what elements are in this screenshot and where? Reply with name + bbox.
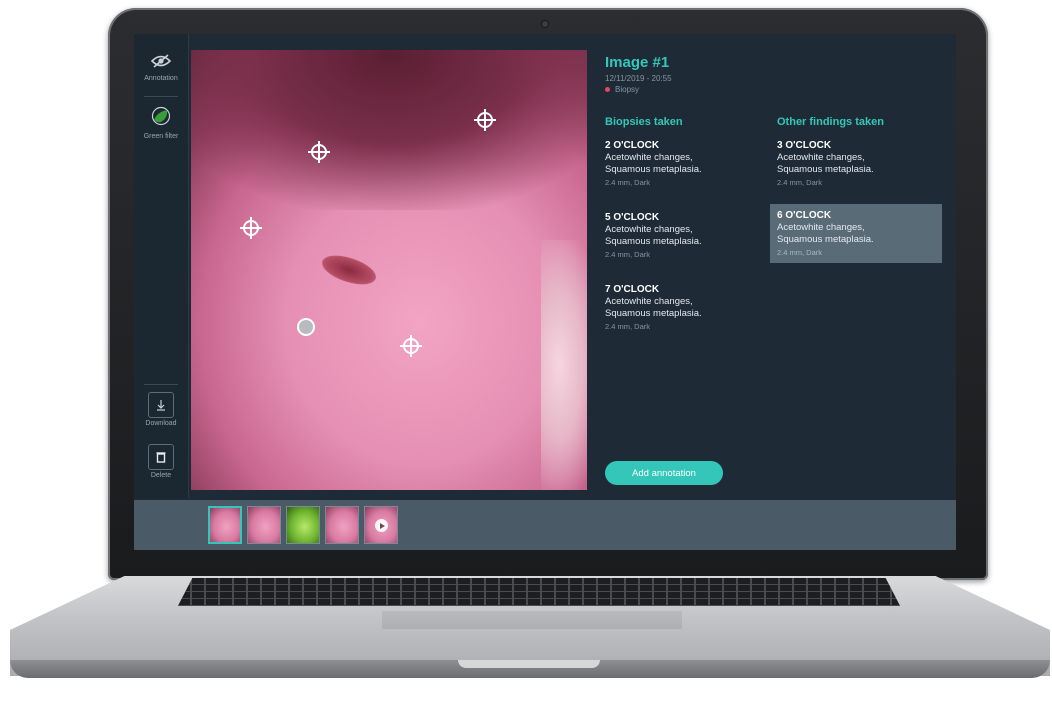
trash-icon — [148, 444, 174, 470]
legend: Biopsy — [605, 85, 639, 94]
card-text: Squamous metaplasia. — [605, 164, 702, 175]
app-screen: Annotation Green filter Download Delete … — [134, 34, 956, 550]
card-text: Squamous metaplasia. — [777, 234, 874, 245]
card-time: 3 O'CLOCK — [777, 140, 832, 151]
findings-panel: Image #1 12/11/2019 - 20:55 Biopsy Biops… — [605, 50, 951, 490]
thumbnail-green-filter[interactable] — [286, 506, 320, 544]
eye-off-icon — [150, 54, 172, 72]
card-text: Acetowhite changes, — [605, 296, 693, 307]
trackpad — [382, 611, 682, 629]
colposcopy-image[interactable] — [191, 50, 587, 490]
card-text: Acetowhite changes, — [605, 224, 693, 235]
biopsy-dot-icon — [605, 87, 610, 92]
green-filter-toggle[interactable]: Green filter — [134, 106, 188, 140]
image-cervical-os — [318, 249, 380, 291]
image-date: 12/11/2019 - 20:55 — [605, 74, 672, 83]
green-filter-label: Green filter — [143, 133, 179, 140]
delete-button[interactable]: Delete — [134, 444, 188, 479]
thumbnail-image[interactable] — [208, 506, 242, 544]
image-tissue-rim — [541, 240, 587, 490]
webcam — [542, 21, 548, 27]
thumbnail-image[interactable] — [247, 506, 281, 544]
annotation-marker[interactable] — [474, 109, 496, 131]
annotation-toggle[interactable]: Annotation — [134, 54, 188, 82]
green-filter-icon — [151, 106, 171, 130]
annotation-marker-selected[interactable] — [297, 318, 315, 336]
lid-notch — [458, 660, 600, 668]
biopsies-heading: Biopsies taken — [605, 116, 683, 128]
download-button[interactable]: Download — [134, 392, 188, 427]
card-meta: 2.4 mm, Dark — [777, 248, 823, 257]
card-text: Acetowhite changes, — [777, 152, 865, 163]
annotation-marker[interactable] — [400, 335, 422, 357]
thumbnail-image[interactable] — [325, 506, 359, 544]
download-label: Download — [145, 420, 177, 427]
tool-divider — [144, 384, 178, 385]
tool-rail: Annotation Green filter Download Delete — [134, 34, 189, 498]
card-meta: 2.4 mm, Dark — [777, 178, 823, 187]
download-icon — [148, 392, 174, 418]
keyboard — [178, 578, 900, 606]
legend-label: Biopsy — [615, 85, 640, 94]
tool-divider — [144, 96, 178, 97]
card-text: Squamous metaplasia. — [605, 236, 702, 247]
card-meta: 2.4 mm, Dark — [605, 178, 651, 187]
card-meta: 2.4 mm, Dark — [605, 322, 651, 331]
card-meta: 2.4 mm, Dark — [605, 250, 651, 259]
card-text: Acetowhite changes, — [605, 152, 693, 163]
annotation-marker[interactable] — [240, 217, 262, 239]
add-annotation-button[interactable]: Add annotation — [605, 461, 723, 485]
card-text: Squamous metaplasia. — [605, 308, 702, 319]
annotation-marker[interactable] — [308, 141, 330, 163]
image-shadow — [191, 50, 587, 210]
delete-label: Delete — [150, 472, 172, 479]
finding-card[interactable]: 3 O'CLOCK Acetowhite changes, Squamous m… — [777, 134, 947, 193]
card-time: 2 O'CLOCK — [605, 140, 660, 151]
card-time: 5 O'CLOCK — [605, 212, 660, 223]
biopsy-card[interactable]: 2 O'CLOCK Acetowhite changes, Squamous m… — [605, 134, 775, 193]
annotation-label: Annotation — [144, 75, 178, 82]
play-icon — [375, 519, 388, 532]
image-title: Image #1 — [605, 54, 670, 71]
findings-heading: Other findings taken — [777, 116, 884, 128]
card-time: 6 O'CLOCK — [777, 210, 832, 221]
biopsy-card[interactable]: 7 O'CLOCK Acetowhite changes, Squamous m… — [605, 278, 775, 337]
thumbnail-video[interactable] — [364, 506, 398, 544]
finding-card-selected[interactable]: 6 O'CLOCK Acetowhite changes, Squamous m… — [770, 204, 942, 263]
biopsy-card[interactable]: 5 O'CLOCK Acetowhite changes, Squamous m… — [605, 206, 775, 265]
thumbnail-strip — [134, 500, 956, 550]
card-text: Acetowhite changes, — [777, 222, 865, 233]
card-time: 7 O'CLOCK — [605, 284, 660, 295]
card-text: Squamous metaplasia. — [777, 164, 874, 175]
